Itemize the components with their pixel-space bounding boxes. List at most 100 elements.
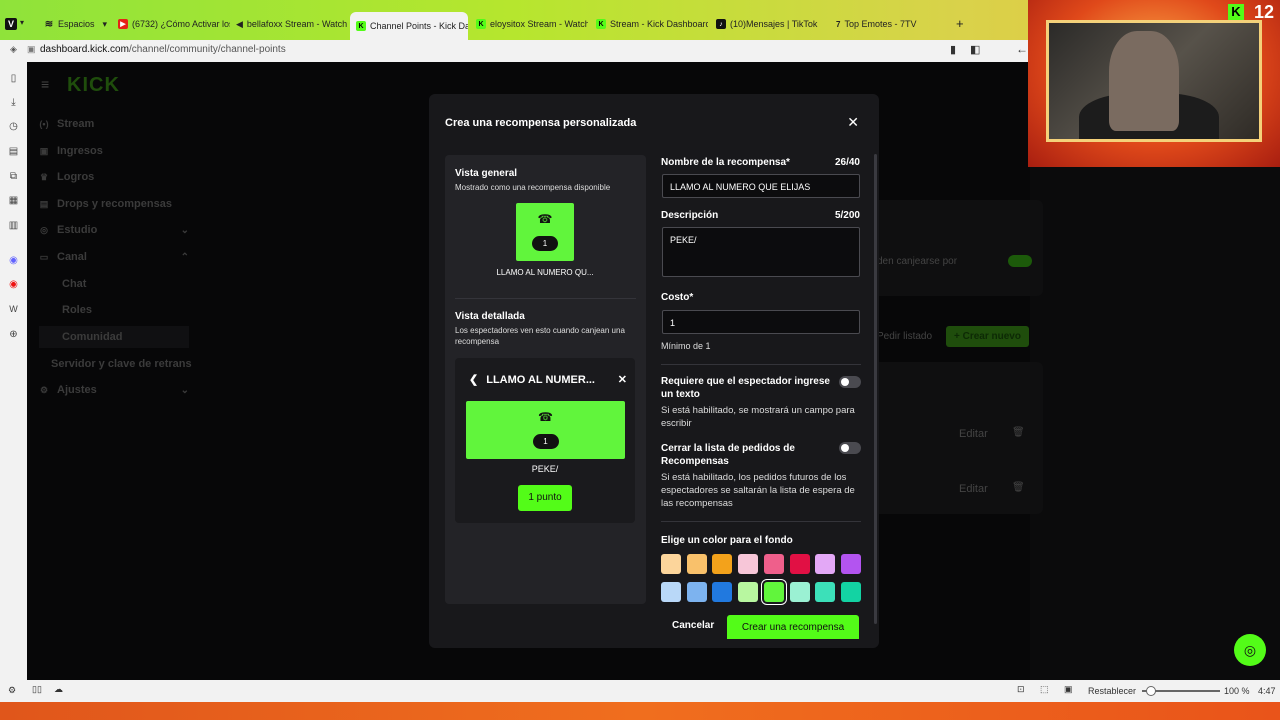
color-swatch[interactable] — [763, 554, 784, 574]
chevron-down-icon: ⌄ — [180, 384, 189, 396]
close-toggle-title: Cerrar la lista de pedidos de Recompensa… — [661, 443, 795, 467]
tab-channel-points[interactable]: K Channel Points - Kick Dash — [350, 12, 468, 40]
vivaldi-menu-icon[interactable]: V — [5, 18, 17, 30]
browser-status-bar: ⚙ ▯▯ ☁ ⊡ ⬚ ▣ Restablecer 100 % 4:47 — [0, 680, 1280, 702]
tiling-icon[interactable]: ▯▯ — [32, 684, 42, 695]
downloads-icon[interactable]: ⤓ — [7, 96, 20, 109]
color-swatch[interactable] — [738, 554, 759, 574]
color-swatch[interactable] — [815, 554, 836, 574]
tab-espacios[interactable]: ≋ Espacios ▾ — [38, 13, 108, 35]
color-swatch[interactable] — [840, 582, 861, 602]
edit-link[interactable]: Editar — [959, 483, 988, 495]
tab-stream-dashboard[interactable]: K Stream - Kick Dashboard — [590, 13, 708, 35]
require-text-toggle[interactable] — [839, 376, 861, 388]
color-swatch[interactable] — [789, 554, 810, 574]
nav-servidor[interactable]: Servidor y clave de retrans — [39, 353, 209, 375]
mastodon-icon[interactable]: ◉ — [7, 254, 20, 267]
color-swatch[interactable] — [686, 582, 707, 602]
nav-stream[interactable]: (•) Stream — [39, 113, 189, 135]
bottom-overlay-glow — [0, 702, 1280, 720]
page-actions-icon[interactable]: ⬚ — [1040, 684, 1049, 695]
vivaldi-social-icon[interactable]: ◉ — [7, 278, 20, 291]
tab-eloysitox[interactable]: K eloysitox Stream - Watch L — [470, 13, 588, 35]
chevron-down-icon[interactable]: ▾ — [20, 18, 24, 27]
nav-ajustes[interactable]: ⚙ Ajustes ⌄ — [39, 379, 189, 401]
history-icon[interactable]: ◷ — [7, 120, 20, 133]
color-swatch[interactable] — [789, 582, 810, 602]
nav-ingresos[interactable]: ▣ Ingresos — [39, 140, 189, 162]
modal-scrollbar[interactable] — [874, 154, 877, 624]
create-reward-button[interactable]: Crear una recompensa — [727, 615, 859, 639]
color-swatch[interactable] — [738, 582, 759, 602]
new-tab-button[interactable]: + — [956, 16, 964, 31]
color-swatch[interactable] — [815, 582, 836, 602]
description-char-count: 5/200 — [834, 210, 860, 221]
chevron-down-icon: ⌄ — [180, 224, 189, 236]
image-toggle-icon[interactable]: ▣ — [1064, 684, 1073, 695]
detail-preview-card: ❮ LLAMO AL NUMER... ✕ ☎ 1 PEKE/ 1 punto — [455, 358, 635, 523]
nav-roles[interactable]: Roles — [39, 299, 189, 321]
capture-icon[interactable]: ⊡ — [1017, 684, 1025, 695]
reading-list-icon[interactable]: ▥ — [7, 219, 20, 232]
redeem-toggle[interactable] — [1008, 255, 1032, 267]
panel-icon[interactable]: ◧ — [970, 43, 980, 56]
detail-header: ❮ LLAMO AL NUMER... ✕ — [469, 373, 627, 387]
add-panel-icon[interactable]: ⊕ — [7, 328, 20, 341]
reward-preview: Vista general Mostrado como una recompen… — [445, 155, 646, 604]
cost-input[interactable]: 1 — [662, 310, 860, 334]
close-icon[interactable]: ✕ — [618, 373, 627, 386]
zoom-slider-thumb[interactable] — [1146, 686, 1156, 696]
nav-comunidad[interactable]: Comunidad — [39, 326, 189, 348]
tab-tiktok[interactable]: ♪ (10)Mensajes | TikTok — [710, 13, 828, 35]
trash-icon[interactable]: 🗑 — [1012, 427, 1025, 438]
color-swatch[interactable] — [661, 554, 681, 574]
request-list-link[interactable]: Pedir listado — [877, 331, 932, 342]
bookmarks-panel-icon[interactable]: ▯ — [7, 72, 20, 85]
description-textarea[interactable]: PEKE/ — [662, 227, 860, 277]
panel-toggle-icon[interactable]: ⚙ — [8, 685, 16, 696]
tab-7tv[interactable]: 7 Top Emotes - 7TV — [830, 13, 948, 35]
create-new-button[interactable]: + Crear nuevo — [946, 326, 1029, 347]
chevron-left-icon[interactable]: ❮ — [469, 373, 478, 386]
cancel-button[interactable]: Cancelar — [672, 620, 714, 631]
name-char-count: 26/40 — [834, 157, 860, 168]
kick-icon: K — [596, 19, 606, 29]
wikipedia-icon[interactable]: W — [7, 303, 20, 316]
redeem-points-button[interactable]: 1 punto — [518, 485, 572, 511]
close-icon[interactable]: ✕ — [847, 114, 859, 131]
nav-logros[interactable]: ♛ Logros — [39, 166, 189, 188]
translate-icon[interactable]: ⧉ — [7, 170, 20, 183]
back-arrow-icon[interactable]: ← — [1016, 42, 1028, 56]
nav-drops[interactable]: ▤ Drops y recompensas — [39, 193, 189, 215]
nav-chat[interactable]: Chat — [39, 273, 189, 295]
address-bar[interactable]: ◈ ▣ dashboard.kick.com/channel/community… — [0, 40, 1030, 62]
color-swatch[interactable] — [763, 582, 784, 602]
chevron-up-icon: ⌃ — [180, 251, 189, 263]
hamburger-menu-icon[interactable]: ≡ — [41, 76, 49, 92]
tab-youtube[interactable]: ▶ (6732) ¿Cómo Activar los P — [112, 13, 230, 35]
close-requests-toggle[interactable] — [839, 442, 861, 454]
color-swatch[interactable] — [686, 554, 707, 574]
color-swatch[interactable] — [712, 582, 733, 602]
bookmark-icon[interactable]: ▮ — [950, 43, 956, 56]
trash-icon[interactable]: 🗑 — [1012, 482, 1025, 493]
notes-icon[interactable]: ▤ — [7, 145, 20, 158]
reward-name-input[interactable]: LLAMO AL NUMERO QUE ELIJAS — [662, 174, 860, 198]
nav-canal[interactable]: ▭ Canal ⌃ — [39, 246, 189, 268]
cloud-icon[interactable]: ☁ — [54, 684, 63, 695]
kick-logo[interactable]: KICK — [67, 74, 120, 97]
color-swatch[interactable] — [840, 554, 861, 574]
color-swatch[interactable] — [661, 582, 681, 602]
help-chat-button[interactable]: ◎ — [1234, 634, 1266, 666]
zoom-slider[interactable] — [1142, 686, 1220, 696]
window-icon[interactable]: ▦ — [7, 194, 20, 207]
nav-estudio[interactable]: ◎ Estudio ⌄ — [39, 219, 189, 241]
color-swatch[interactable] — [712, 554, 733, 574]
tab-bellafoxx[interactable]: ◀ bellafoxx Stream - Watch L — [230, 13, 348, 35]
lock-icon: ▣ — [27, 44, 36, 54]
modal-title: Crea una recompensa personalizada — [445, 117, 637, 129]
url-text[interactable]: dashboard.kick.com/channel/community/cha… — [40, 44, 286, 55]
reset-zoom-label[interactable]: Restablecer — [1088, 686, 1136, 696]
clock: 4:47 — [1258, 686, 1276, 696]
edit-link[interactable]: Editar — [959, 428, 988, 440]
